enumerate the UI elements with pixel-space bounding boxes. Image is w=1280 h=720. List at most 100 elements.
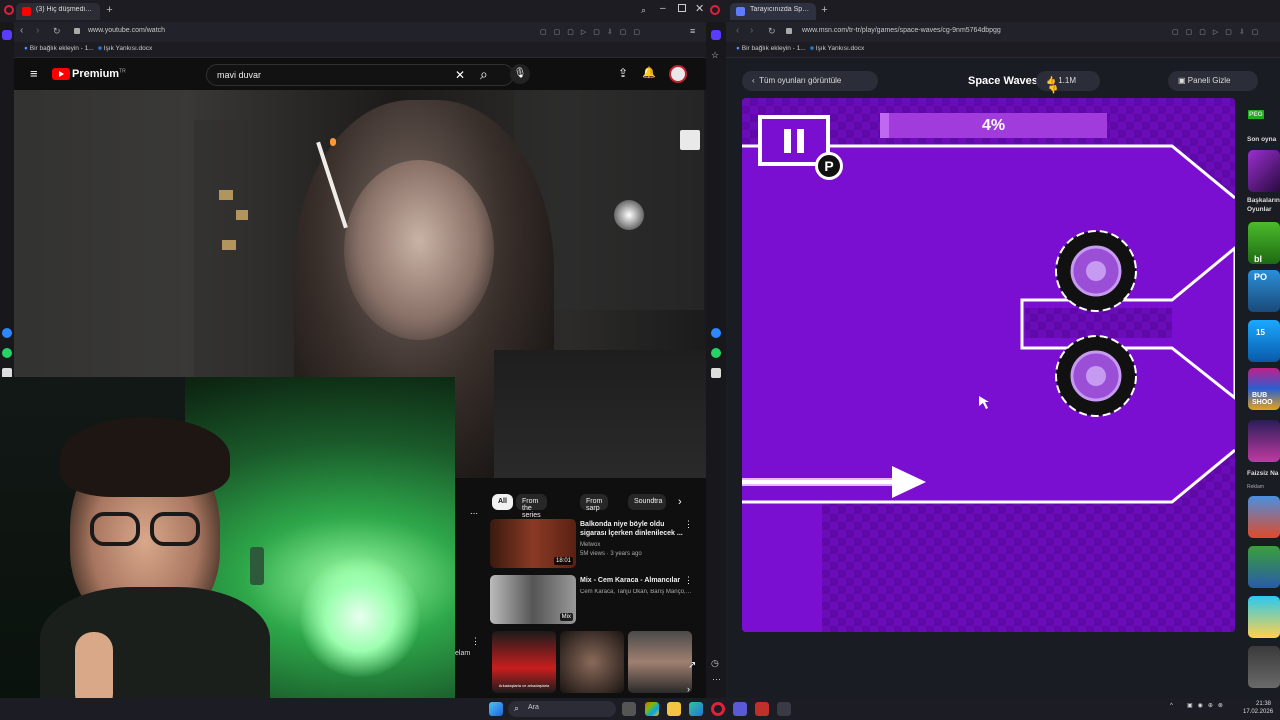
clock[interactable]: 21:38 17.02.2026 (1243, 700, 1273, 716)
back-arrow-icon[interactable]: ‹ (736, 26, 739, 36)
url-text[interactable]: www.msn.com/tr-tr/play/games/space-waves… (802, 27, 1001, 34)
video-title[interactable]: Mix - Cem Karaca - Almancılar (580, 576, 684, 585)
url-text[interactable]: www.youtube.com/watch (88, 27, 165, 34)
thumbs-down-icon[interactable]: 👎 (1048, 85, 1058, 94)
more-options-icon[interactable]: ⋯ (470, 509, 478, 518)
chip-all[interactable]: All (492, 494, 513, 510)
history-icon[interactable]: ◷ (711, 658, 719, 669)
youtube-brand[interactable]: PremiumTR (72, 68, 126, 80)
channel-name[interactable]: Melwox (580, 542, 690, 548)
upload-icon[interactable]: ⇪ (618, 66, 628, 80)
copilot-icon[interactable] (645, 702, 659, 716)
taskbar-search-input[interactable]: ⌕ Ara (508, 701, 616, 717)
file-explorer-icon[interactable] (667, 702, 681, 716)
game-thumbnail[interactable] (1248, 420, 1280, 462)
forward-arrow-icon[interactable]: › (36, 26, 39, 36)
chip-sarp[interactable]: From sarp (580, 494, 609, 512)
home-icon[interactable] (711, 30, 721, 40)
bookmark-docx[interactable]: ■ Işık Yankısı.docx (810, 45, 864, 52)
clear-search-icon[interactable]: ✕ (455, 68, 465, 82)
avatar[interactable] (669, 65, 687, 83)
video-thumbnail[interactable]: Mix (490, 575, 576, 624)
bookmark-add[interactable]: ● Bir bağlık ekleyin - 1... (24, 45, 94, 52)
youtube-logo-icon[interactable] (52, 68, 70, 80)
game-thumbnail[interactable]: bl (1248, 222, 1280, 264)
tray-icons[interactable]: ▣◉⊕⊗ (1187, 702, 1228, 709)
voice-search-icon[interactable]: 🎙 (510, 64, 530, 84)
opera-logo-icon[interactable] (710, 5, 720, 15)
miniplayer-close-icon[interactable]: ↗ (688, 660, 696, 671)
opera-taskbar-icon[interactable] (711, 702, 725, 716)
close-window-icon[interactable]: ✕ (695, 2, 704, 15)
right-bookmarks-bar: ● Bir bağlık ekleyin - 1... ■ Işık Yankı… (706, 42, 1280, 58)
youtube-favicon-icon (22, 7, 31, 16)
game-thumbnail[interactable]: BUB SHOO (1248, 368, 1280, 410)
app-icon[interactable] (755, 702, 769, 716)
game-thumbnail[interactable] (1248, 546, 1280, 588)
chip-series[interactable]: From the series (516, 494, 547, 519)
video-thumbnail[interactable]: 18:01 (490, 519, 576, 568)
channel-name[interactable]: Cem Karaca, Tanju Okan, Barış Manço, a..… (580, 589, 692, 595)
ad-title: Faizsiz Na (1247, 470, 1279, 477)
app-icon[interactable] (777, 702, 791, 716)
shorts-thumbnail[interactable] (560, 631, 624, 693)
back-arrow-icon[interactable]: ‹ (20, 26, 23, 36)
search-tabs-icon[interactable]: ⌕ (641, 5, 646, 16)
video-title[interactable]: Balkonda niye böyle oldu sigarası İçerke… (580, 520, 684, 538)
chips-next-icon[interactable]: › (678, 496, 682, 508)
edge-icon[interactable] (689, 702, 703, 716)
whatsapp-icon[interactable] (711, 348, 721, 358)
tray-chevron-icon[interactable]: ^ (1170, 703, 1173, 709)
shorts-next-icon[interactable]: › (687, 684, 690, 694)
bookmark-docx[interactable]: ■ Işık Yankısı.docx (98, 45, 152, 52)
game-canvas[interactable] (742, 98, 1235, 632)
video-meta: 5M views · 3 years ago (580, 551, 642, 557)
start-button-icon[interactable] (489, 702, 503, 716)
reload-icon[interactable]: ↻ (768, 26, 776, 36)
reload-icon[interactable]: ↻ (53, 26, 61, 36)
whatsapp-icon[interactable] (2, 348, 12, 358)
hamburger-menu-icon[interactable]: ≡ (30, 66, 38, 81)
game-thumbnail[interactable] (1248, 596, 1280, 638)
app-icon[interactable] (733, 702, 747, 716)
like-button[interactable]: 👍 1.1M 👎 (1036, 71, 1100, 94)
new-tab-plus-icon[interactable]: + (819, 5, 830, 16)
youtube-search-input[interactable]: mavi duvar ✕ ⌕ (206, 64, 514, 86)
minimize-icon[interactable]: – (660, 3, 666, 14)
extension-icons[interactable]: ▢▢▢▷▢⇩▢ (1172, 28, 1265, 36)
game-thumbnail[interactable]: PO (1248, 270, 1280, 312)
tab-youtube[interactable]: (3) Hiç düşmedim mi ak... (16, 3, 100, 20)
search-icon[interactable]: ⌕ (480, 66, 488, 83)
task-view-icon[interactable] (622, 702, 636, 716)
home-icon[interactable] (2, 30, 12, 40)
new-tab-plus-icon[interactable]: + (104, 5, 115, 16)
game-thumbnail[interactable]: 15 (1248, 320, 1280, 362)
extension-icons[interactable]: ▢▢▢▷▢⇩▢▢ (540, 28, 647, 36)
list-item[interactable]: Mix Mix - Cem Karaca - Almancılar Cem Ka… (490, 575, 702, 625)
star-icon[interactable]: ☆ (711, 50, 719, 61)
more-icon[interactable]: ⋯ (712, 674, 721, 685)
heart-icon[interactable] (711, 368, 721, 378)
more-options-icon[interactable]: ⋮ (471, 636, 480, 647)
shorts-thumbnail[interactable]: Arkadaşlarla ve arkadaşlarla (492, 631, 556, 693)
game-thumbnail[interactable] (1248, 150, 1280, 192)
menu-icon[interactable]: ≡ (690, 26, 695, 36)
list-item[interactable]: 18:01 Balkonda niye böyle oldu sigarası … (490, 519, 702, 569)
tab-space-waves[interactable]: Tarayıcınızda Space Waves (730, 3, 816, 20)
partial-label: elam (455, 650, 471, 657)
more-options-icon[interactable]: ⋮ (684, 575, 693, 586)
hide-panel-button[interactable]: ▣ Paneli Gizle (1168, 71, 1258, 91)
chip-soundtrack[interactable]: Soundtra (628, 494, 666, 510)
back-to-games-button[interactable]: ‹ Tüm oyunları görüntüle (742, 71, 878, 91)
game-thumbnail[interactable] (1248, 496, 1280, 538)
notifications-bell-icon[interactable]: 🔔 (642, 66, 656, 79)
bookmark-add[interactable]: ● Bir bağlık ekleyin - 1... (736, 45, 806, 52)
forward-arrow-icon[interactable]: › (750, 26, 753, 36)
more-options-icon[interactable]: ⋮ (684, 519, 693, 530)
shorts-thumbnail[interactable] (628, 631, 692, 693)
maximize-icon[interactable] (678, 4, 686, 12)
messenger-icon[interactable] (2, 328, 12, 338)
game-thumbnail[interactable] (1248, 646, 1280, 688)
opera-logo-icon[interactable] (4, 5, 14, 15)
messenger-icon[interactable] (711, 328, 721, 338)
